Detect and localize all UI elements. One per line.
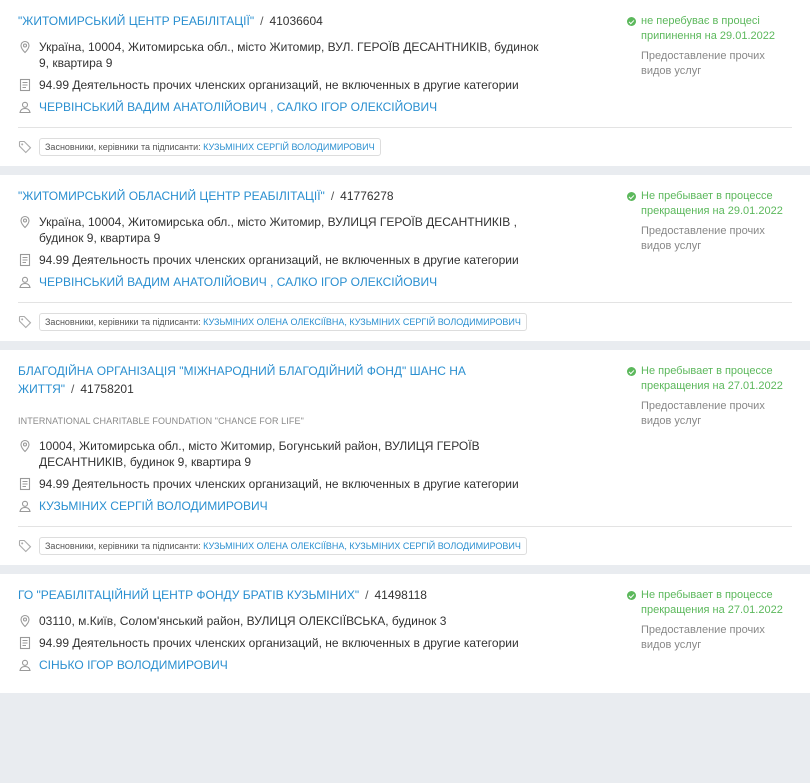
result-card: "ЖИТОМИРСЬКИЙ ЦЕНТР РЕАБІЛІТАЦІЇ" / 410366…	[0, 0, 810, 166]
title-separator: /	[71, 382, 75, 396]
check-circle-icon	[627, 192, 636, 201]
check-circle-icon	[627, 591, 636, 600]
activity-row: 94.99 Деятельность прочих членских орган…	[18, 252, 548, 268]
check-circle-icon	[627, 17, 636, 26]
result-card: БЛАГОДІЙНА ОРГАНІЗАЦІЯ "МІЖНАРОДНИЙ БЛАГ…	[0, 350, 810, 565]
activity-text: 94.99 Деятельность прочих членских орган…	[39, 477, 519, 491]
service-category: Предоставление прочих видов услуг	[641, 50, 765, 77]
service-category: Предоставление прочих видов услуг	[641, 225, 765, 252]
people-separator: ,	[266, 275, 277, 289]
status-column: Не пребывает в процессе прекращения на 2…	[627, 588, 797, 653]
title-separator: /	[260, 14, 264, 28]
company-name-link[interactable]: "ЖИТОМИРСЬКИЙ ОБЛАСНИЙ ЦЕНТР РЕАБІЛІТАЦІ…	[18, 189, 325, 203]
title-separator: /	[365, 588, 369, 602]
check-circle-icon	[627, 367, 636, 376]
location-pin-icon	[18, 215, 32, 229]
status-text: Не пребывает в процессе прекращения на 2…	[641, 190, 783, 217]
person-link[interactable]: ЧЕРВІНСЬКИЙ ВАДИМ АНАТОЛІЙОВИЧ	[39, 100, 267, 114]
status-badge: не перебуває в процесі припинення на 29.…	[627, 14, 797, 44]
status-column: Не пребывает в процессе прекращения на 2…	[627, 189, 797, 254]
result-title-row: ГО "РЕАБІЛІТАЦІЙНИЙ ЦЕНТР ФОНДУ БРАТІВ К…	[18, 586, 578, 604]
founders-label: Засновники, керівники та підписанти:	[45, 317, 201, 327]
founders-row: Засновники, керівники та підписанти: КУЗ…	[18, 128, 792, 166]
founders-row: Засновники, керівники та підписанти: КУЗ…	[18, 527, 792, 565]
edrpou-code: 41776278	[340, 189, 394, 203]
result-title-row: "ЖИТОМИРСЬКИЙ ОБЛАСНИЙ ЦЕНТР РЕАБІЛІТАЦІ…	[18, 187, 578, 205]
people-list: ЧЕРВІНСЬКИЙ ВАДИМ АНАТОЛІЙОВИЧ , САЛКО І…	[39, 99, 437, 115]
status-column: не перебуває в процесі припинення на 29.…	[627, 14, 797, 79]
founders-label: Засновники, керівники та підписанти:	[45, 541, 201, 551]
address-text: 03110, м.Київ, Солом'янський район, ВУЛИ…	[39, 614, 447, 628]
activity-text: 94.99 Деятельность прочих членских орган…	[39, 253, 519, 267]
address-row: 10004, Житомирська обл., місто Житомир, …	[18, 438, 548, 470]
person-icon	[18, 499, 32, 513]
person-link[interactable]: КУЗЬМІНИХ СЕРГІЙ ВОЛОДИМИРОВИЧ	[39, 499, 268, 513]
people-list: СІНЬКО ІГОР ВОЛОДИМИРОВИЧ	[39, 657, 228, 673]
founders-row: Засновники, керівники та підписанти: КУЗ…	[18, 303, 792, 341]
people-row: ЧЕРВІНСЬКИЙ ВАДИМ АНАТОЛІЙОВИЧ , САЛКО І…	[18, 274, 548, 290]
activity-text: 94.99 Деятельность прочих членских орган…	[39, 636, 519, 650]
activity-text: 94.99 Деятельность прочих членских орган…	[39, 78, 519, 92]
status-text: не перебуває в процесі припинення на 29.…	[641, 15, 775, 42]
person-link[interactable]: ЧЕРВІНСЬКИЙ ВАДИМ АНАТОЛІЙОВИЧ	[39, 275, 267, 289]
activity-row: 94.99 Деятельность прочих членских орган…	[18, 77, 548, 93]
document-icon	[18, 636, 32, 650]
founders-label: Засновники, керівники та підписанти:	[45, 142, 201, 152]
founders-tag[interactable]: Засновники, керівники та підписанти: КУЗ…	[39, 138, 381, 156]
location-pin-icon	[18, 439, 32, 453]
edrpou-code: 41498118	[374, 588, 427, 602]
tag-icon	[18, 315, 32, 329]
founders-tag[interactable]: Засновники, керівники та підписанти: КУЗ…	[39, 537, 527, 555]
people-row: КУЗЬМІНИХ СЕРГІЙ ВОЛОДИМИРОВИЧ	[18, 498, 548, 514]
service-category: Предоставление прочих видов услуг	[641, 400, 765, 427]
people-row: СІНЬКО ІГОР ВОЛОДИМИРОВИЧ	[18, 657, 548, 673]
address-text: 10004, Житомирська обл., місто Житомир, …	[39, 439, 480, 469]
edrpou-code: 41036604	[269, 14, 323, 28]
status-badge: Не пребывает в процессе прекращения на 2…	[627, 364, 797, 394]
address-row: Україна, 10004, Житомирська обл., місто …	[18, 214, 548, 246]
status-text: Не пребывает в процессе прекращения на 2…	[641, 365, 783, 392]
tag-icon	[18, 539, 32, 553]
person-icon	[18, 658, 32, 672]
company-name-link[interactable]: "ЖИТОМИРСЬКИЙ ЦЕНТР РЕАБІЛІТАЦІЇ"	[18, 14, 254, 28]
founders-names[interactable]: КУЗЬМІНИХ ОЛЕНА ОЛЕКСІЇВНА, КУЗЬМІНИХ СЕ…	[203, 317, 521, 327]
location-pin-icon	[18, 614, 32, 628]
founders-tag[interactable]: Засновники, керівники та підписанти: КУЗ…	[39, 313, 527, 331]
address-row: 03110, м.Київ, Солом'янський район, ВУЛИ…	[18, 613, 548, 629]
status-column: Не пребывает в процессе прекращения на 2…	[627, 364, 797, 429]
result-title-row: "ЖИТОМИРСЬКИЙ ЦЕНТР РЕАБІЛІТАЦІЇ" / 410366…	[18, 12, 578, 30]
address-text: Україна, 10004, Житомирська обл., місто …	[39, 215, 517, 245]
service-category: Предоставление прочих видов услуг	[641, 624, 765, 651]
address-row: Україна, 10004, Житомирська обл., місто …	[18, 39, 548, 71]
status-text: Не пребывает в процессе прекращения на 2…	[641, 589, 783, 616]
person-link[interactable]: САЛКО ІГОР ОЛЕКСІЙОВИЧ	[277, 275, 437, 289]
person-icon	[18, 100, 32, 114]
people-list: КУЗЬМІНИХ СЕРГІЙ ВОЛОДИМИРОВИЧ	[39, 498, 268, 514]
result-card: ГО "РЕАБІЛІТАЦІЙНИЙ ЦЕНТР ФОНДУ БРАТІВ К…	[0, 574, 810, 693]
status-badge: Не пребывает в процессе прекращения на 2…	[627, 189, 797, 219]
founders-names[interactable]: КУЗЬМІНИХ ОЛЕНА ОЛЕКСІЇВНА, КУЗЬМІНИХ СЕ…	[203, 541, 521, 551]
edrpou-code: 41758201	[80, 382, 134, 396]
document-icon	[18, 477, 32, 491]
person-link[interactable]: САЛКО ІГОР ОЛЕКСІЙОВИЧ	[277, 100, 437, 114]
person-link[interactable]: СІНЬКО ІГОР ВОЛОДИМИРОВИЧ	[39, 658, 228, 672]
result-title-row: БЛАГОДІЙНА ОРГАНІЗАЦІЯ "МІЖНАРОДНИЙ БЛАГ…	[18, 362, 578, 398]
document-icon	[18, 253, 32, 267]
person-icon	[18, 275, 32, 289]
activity-row: 94.99 Деятельность прочих членских орган…	[18, 476, 548, 492]
title-separator: /	[330, 189, 335, 203]
results-list: "ЖИТОМИРСЬКИЙ ЦЕНТР РЕАБІЛІТАЦІЇ" / 410366…	[0, 0, 810, 693]
document-icon	[18, 78, 32, 92]
company-name-link[interactable]: ГО "РЕАБІЛІТАЦІЙНИЙ ЦЕНТР ФОНДУ БРАТІВ К…	[18, 588, 359, 602]
people-separator: ,	[266, 100, 277, 114]
status-badge: Не пребывает в процессе прекращения на 2…	[627, 588, 797, 618]
result-card: "ЖИТОМИРСЬКИЙ ОБЛАСНИЙ ЦЕНТР РЕАБІЛІТАЦІ…	[0, 175, 810, 341]
people-list: ЧЕРВІНСЬКИЙ ВАДИМ АНАТОЛІЙОВИЧ , САЛКО І…	[39, 274, 437, 290]
founders-names[interactable]: КУЗЬМІНИХ СЕРГІЙ ВОЛОДИМИРОВИЧ	[203, 142, 374, 152]
location-pin-icon	[18, 40, 32, 54]
address-text: Україна, 10004, Житомирська обл., місто …	[39, 40, 539, 70]
people-row: ЧЕРВІНСЬКИЙ ВАДИМ АНАТОЛІЙОВИЧ , САЛКО І…	[18, 99, 548, 115]
tag-icon	[18, 140, 32, 154]
activity-row: 94.99 Деятельность прочих членских орган…	[18, 635, 548, 651]
